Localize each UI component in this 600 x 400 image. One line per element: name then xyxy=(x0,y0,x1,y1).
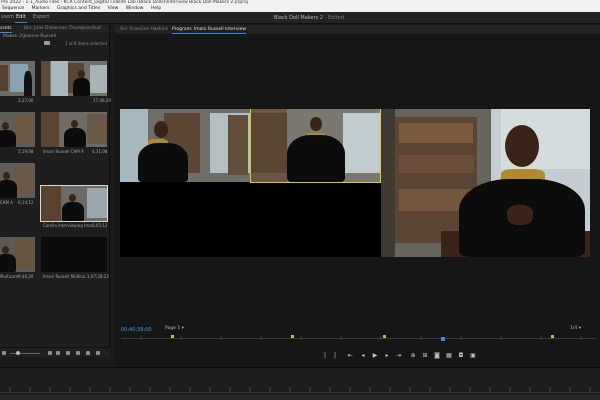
clip-duration: 5;19;08 xyxy=(18,149,34,154)
new-bin-icon[interactable] xyxy=(76,351,80,355)
timeline-track[interactable] xyxy=(0,395,600,400)
mark-out-icon[interactable]: | xyxy=(332,352,338,360)
clip-thumbnail[interactable] xyxy=(0,112,35,147)
clip-thumbnail[interactable] xyxy=(0,61,35,96)
step-forward-icon[interactable]: ▸ xyxy=(384,352,390,360)
clip-duration: 6;14;12 xyxy=(18,200,34,205)
project-title: Black Doll Makers 2 - Edited xyxy=(274,15,344,21)
zoom-value: Page 1 xyxy=(165,326,181,331)
menu-markers[interactable]: Markers xyxy=(32,6,50,11)
multicam-clip-thumbnail[interactable] xyxy=(41,237,107,272)
camera-icon[interactable]: ◘ xyxy=(458,352,464,360)
workspace-tab-export[interactable]: Export xyxy=(33,14,49,20)
export-frame-icon[interactable]: ◙ xyxy=(434,352,440,360)
menu-sequence[interactable]: Sequence xyxy=(2,6,24,11)
clip-thumbnail[interactable] xyxy=(41,61,68,96)
timeline-ruler[interactable] xyxy=(0,385,600,393)
workspace-bar: ssem Edit Export Black Doll Makers 2 - E… xyxy=(0,12,600,24)
workspace-tab-edit[interactable]: Edit xyxy=(15,14,27,23)
menu-help[interactable]: Help xyxy=(151,6,161,11)
insert-icon[interactable]: ⊕ xyxy=(410,352,416,360)
project-tools: 1 of 8 items selected xyxy=(0,40,109,48)
tab-project[interactable]: ssets xyxy=(0,25,12,33)
tab-program-monitor[interactable]: Program: Imani Russell Interview xyxy=(172,25,247,34)
clip-name: CAM A xyxy=(0,200,13,205)
chevron-down-icon: ▾ xyxy=(181,326,184,331)
bin-path: Maken 2\Jeanne Russell xyxy=(3,34,57,39)
trash-icon[interactable] xyxy=(96,351,100,355)
new-bin-icon[interactable] xyxy=(44,41,50,45)
step-back-icon[interactable]: ◂ xyxy=(360,352,366,360)
timeline-panel xyxy=(0,367,600,400)
multicam-icon[interactable]: ▦ xyxy=(446,352,452,360)
menu-graphics-and-titles[interactable]: Graphics and Titles xyxy=(57,6,100,11)
clip-duration: 17;46;29 xyxy=(93,98,111,103)
clip-thumbnail[interactable] xyxy=(0,237,35,272)
multicam-main-preview[interactable] xyxy=(381,109,590,257)
multicam-angle-2-active[interactable] xyxy=(250,109,381,183)
resolution-value: 1/4 xyxy=(570,326,578,331)
zoom-slider-handle[interactable] xyxy=(16,351,20,355)
clip-duration: 1;07;28;23 xyxy=(87,274,109,279)
clip-duration: 9;46;29 xyxy=(18,274,34,279)
clip-thumbnail-selected[interactable] xyxy=(40,185,108,222)
clip-thumbnail[interactable] xyxy=(0,163,35,198)
project-panel: ssets Bin: Julie Dickerson Thompson Aud … xyxy=(0,25,111,357)
clip-duration: 6;05;12 xyxy=(92,223,108,228)
icon-view-icon[interactable] xyxy=(56,351,60,355)
program-monitor: Src: Francine Haskins Program: Imani Rus… xyxy=(115,25,600,367)
menu-window[interactable]: Window xyxy=(126,6,144,11)
zoom-slider[interactable] xyxy=(10,353,40,354)
mark-in-icon[interactable]: | xyxy=(322,352,328,360)
clip-name: Camila Interviewing Ima... xyxy=(43,223,96,228)
window-title: Pro 2022 - 1-1_Audio Files - KCR Content… xyxy=(1,0,249,5)
search-icon[interactable] xyxy=(66,351,70,355)
project-panel-tabs: ssets Bin: Julie Dickerson Thompson Aud xyxy=(0,25,109,33)
chevron-down-icon: ▾ xyxy=(578,326,581,331)
overwrite-icon[interactable]: ⊞ xyxy=(422,352,428,360)
clip-name: Imani Russell Multica... xyxy=(43,274,89,279)
multicam-empty-angle xyxy=(120,183,380,257)
go-to-out-icon[interactable]: ⇥ xyxy=(396,352,402,360)
lock-icon[interactable] xyxy=(2,351,6,355)
transport-controls: | | ⇤ ◂ ▶ ▸ ⇥ ⊕ ⊞ ◙ ▦ ◘ ▣ xyxy=(320,352,490,362)
clip-duration: 4;31;08 xyxy=(92,149,108,154)
multicam-angle-1[interactable] xyxy=(120,109,250,182)
playback-resolution-select[interactable]: 1/4 ▾ xyxy=(570,326,581,331)
monitor-tabs: Src: Francine Haskins Program: Imani Rus… xyxy=(115,25,600,34)
settings-icon[interactable]: ▣ xyxy=(470,352,476,360)
clip-name: Multicam xyxy=(0,274,19,279)
tab-bin-julie-dickerson-thompson[interactable]: Bin: Julie Dickerson Thompson xyxy=(24,25,92,33)
clip-thumbnail[interactable] xyxy=(41,112,107,147)
go-to-in-icon[interactable]: ⇤ xyxy=(347,352,353,360)
zoom-select[interactable]: Page 1 ▾ xyxy=(165,326,184,331)
clip-duration: 2;27;06 xyxy=(18,98,34,103)
clip-thumbnail[interactable] xyxy=(68,61,107,96)
monitor-time-ruler[interactable] xyxy=(121,335,596,341)
play-icon[interactable]: ▶ xyxy=(372,352,378,360)
list-view-icon[interactable] xyxy=(48,351,52,355)
project-name: Black Doll Makers 2 xyxy=(274,15,323,21)
tab-audio[interactable]: Aud xyxy=(92,25,101,33)
edited-status: - Edited xyxy=(324,15,344,21)
tab-source-monitor[interactable]: Src: Francine Haskins xyxy=(120,25,168,34)
program-video-frame[interactable] xyxy=(120,109,590,257)
menu-view[interactable]: View xyxy=(108,6,119,11)
items-selected-count: 1 of 8 items selected xyxy=(64,41,107,46)
project-panel-footer xyxy=(0,347,110,357)
clip-name: Imani Russell CAM A xyxy=(43,149,84,154)
workspace-tab-assembly[interactable]: ssem xyxy=(1,14,14,20)
new-item-icon[interactable] xyxy=(86,351,90,355)
playhead-timecode[interactable]: 00;40;39;00 xyxy=(121,327,152,333)
